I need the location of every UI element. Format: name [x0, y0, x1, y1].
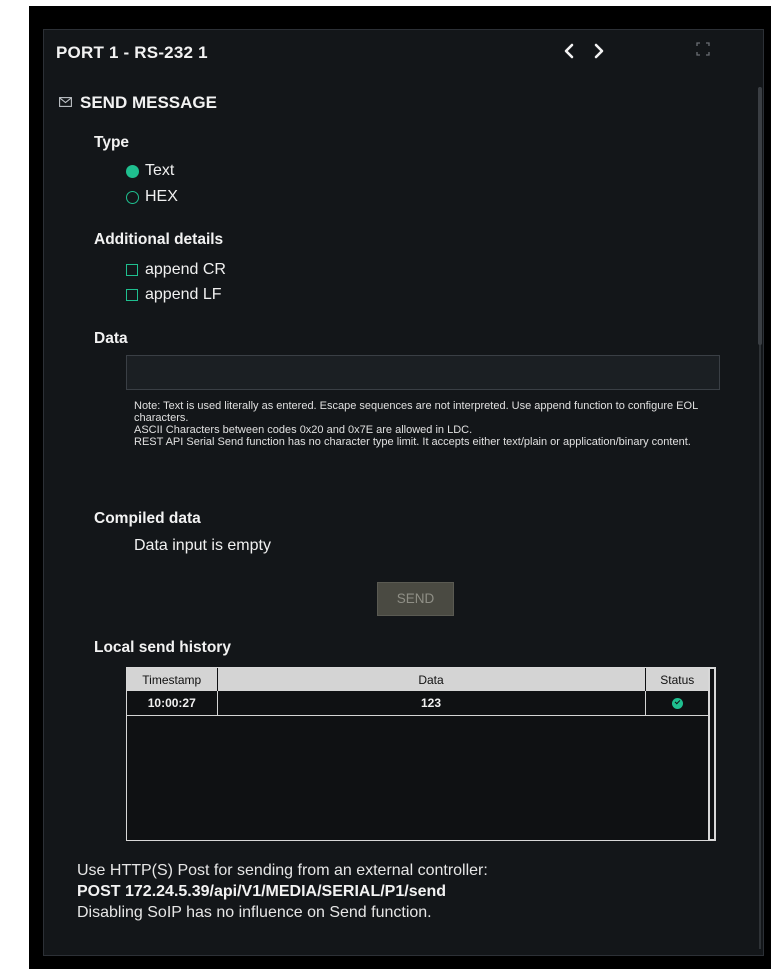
send-button[interactable]: SEND — [377, 582, 454, 616]
footer-line-3: Disabling SoIP has no influence on Send … — [77, 904, 432, 921]
chevron-left-icon[interactable] — [562, 40, 578, 62]
checkbox-icon — [126, 264, 138, 276]
status-cell — [645, 691, 709, 716]
type-radio-text-label: Text — [145, 162, 175, 179]
radio-unselected-icon — [126, 190, 139, 204]
column-header-data[interactable]: Data — [217, 668, 646, 691]
footer-endpoint: POST 172.24.5.39/api/V1/MEDIA/SERIAL/P1/… — [77, 883, 447, 900]
history-header-row: Timestamp Data Status — [127, 668, 709, 691]
compiled-data-label: Compiled data — [94, 510, 201, 527]
checkbox-icon — [126, 289, 138, 301]
append-cr-label: append CR — [145, 261, 226, 278]
footer-line-1: Use HTTP(S) Post for sending from an ext… — [77, 862, 488, 879]
history-scrollbar-track — [710, 669, 714, 839]
port-panel: PORT 1 - RS-232 1 SEND MESSAGE Type Text… — [43, 29, 764, 956]
column-header-timestamp[interactable]: Timestamp — [127, 668, 218, 691]
data-note: Note: Text is used literally as entered.… — [134, 400, 724, 448]
compiled-data-value: Data input is empty — [134, 537, 271, 554]
additional-details-label: Additional details — [94, 231, 224, 248]
history-label: Local send history — [94, 639, 231, 656]
panel-title: PORT 1 - RS-232 1 — [56, 43, 208, 62]
envelope-icon — [59, 92, 72, 107]
radio-selected-icon — [126, 164, 139, 178]
data-input[interactable] — [126, 355, 720, 390]
type-radio-hex-label: HEX — [145, 188, 178, 205]
note-line: Note: Text is used literally as entered.… — [134, 400, 698, 424]
success-icon — [671, 698, 683, 710]
data-cell: 123 — [217, 691, 646, 716]
send-message-heading-text: SEND MESSAGE — [80, 93, 217, 112]
type-label: Type — [94, 134, 130, 151]
history-table-container: Timestamp Data Status 10:00:27 123 — [126, 667, 716, 841]
note-line: REST API Serial Send function has no cha… — [134, 436, 691, 448]
data-label: Data — [94, 330, 128, 347]
history-scrollbar[interactable] — [708, 667, 716, 841]
timestamp-cell: 10:00:27 — [127, 691, 218, 716]
history-table: Timestamp Data Status 10:00:27 123 — [127, 668, 709, 716]
expand-icon[interactable] — [696, 42, 710, 56]
scrollbar-thumb[interactable] — [758, 87, 762, 345]
chevron-right-icon[interactable] — [590, 40, 606, 62]
table-row[interactable]: 10:00:27 123 — [127, 691, 709, 716]
panel-scrollbar[interactable] — [757, 87, 763, 949]
append-lf-label: append LF — [145, 286, 222, 303]
send-message-heading: SEND MESSAGE — [59, 92, 217, 113]
append-lf-checkbox[interactable]: append LF — [126, 286, 222, 304]
column-header-status[interactable]: Status — [645, 668, 709, 691]
append-cr-checkbox[interactable]: append CR — [126, 261, 226, 279]
type-radio-text[interactable]: Text — [126, 162, 174, 180]
type-radio-hex[interactable]: HEX — [126, 188, 178, 206]
footer-info: Use HTTP(S) Post for sending from an ext… — [77, 860, 488, 923]
note-line: ASCII Characters between codes 0x20 and … — [134, 424, 473, 436]
